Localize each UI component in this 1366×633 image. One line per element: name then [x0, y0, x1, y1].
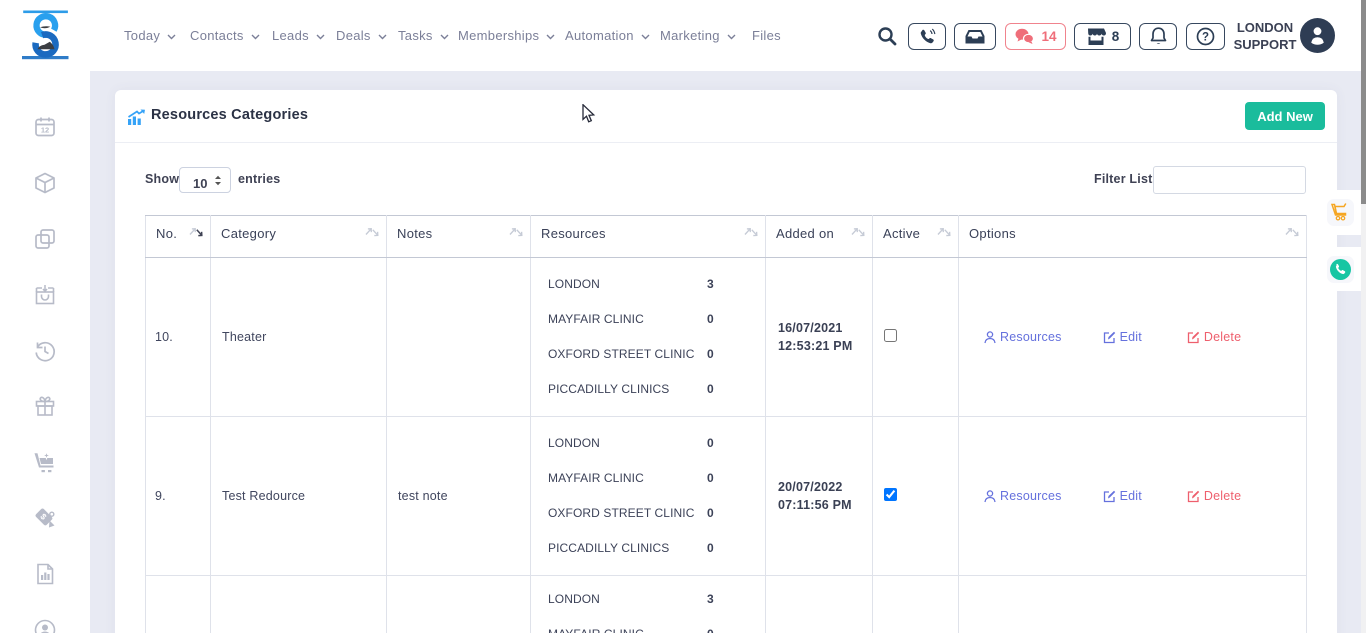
svg-text:?: ? [1202, 32, 1209, 44]
svg-text:12: 12 [41, 126, 49, 135]
